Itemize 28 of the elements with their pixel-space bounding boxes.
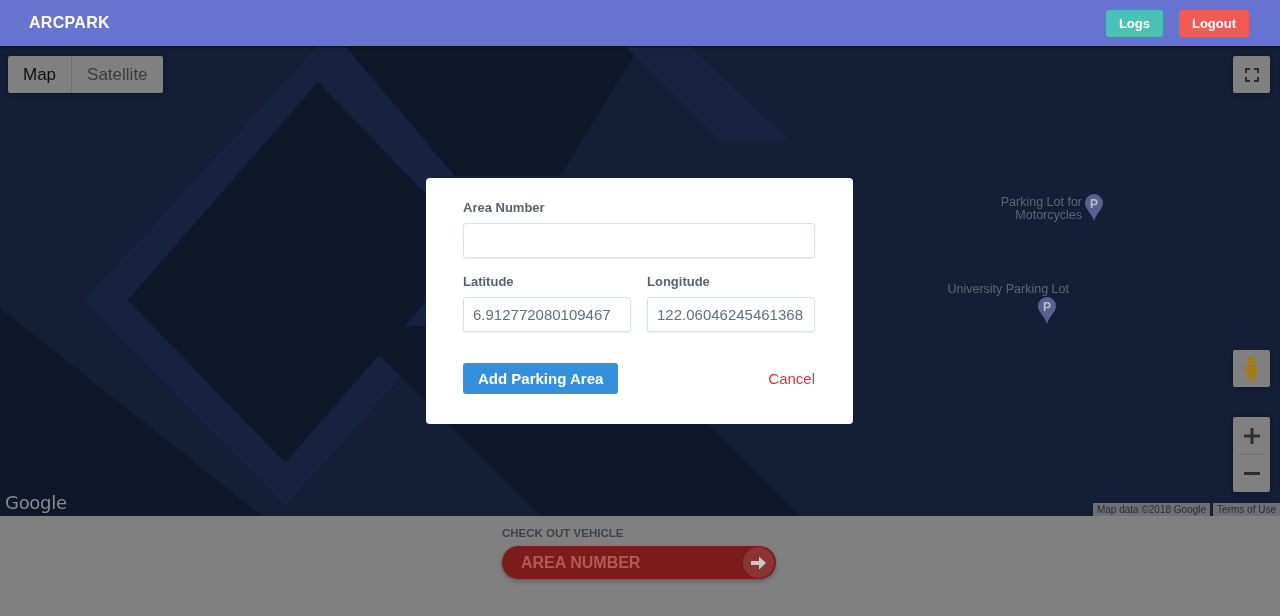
map-type-tab[interactable]: Satellite	[71, 56, 163, 93]
brand-title: ARCPARK	[29, 14, 110, 32]
logout-button[interactable]: Logout	[1178, 9, 1249, 37]
submit-button[interactable]: Add Parking Area	[463, 363, 619, 394]
input-field[interactable]: 122.06046245461368	[647, 297, 815, 332]
place-label[interactable]: University Parking Lot	[947, 282, 1069, 295]
parking-marker-icon[interactable]: P	[1038, 297, 1056, 324]
parking-marker-icon[interactable]: P	[1085, 194, 1103, 221]
arrow-right-icon	[751, 555, 766, 570]
plus-icon	[1243, 427, 1260, 444]
input-field[interactable]	[463, 223, 815, 258]
area-number-field[interactable]: AREA NUMBER	[502, 546, 776, 579]
person-figure-icon	[1245, 355, 1258, 382]
field-label: Latitude	[463, 274, 514, 290]
fullscreen-icon	[1244, 67, 1259, 82]
input-field[interactable]: 6.912772080109467	[463, 297, 631, 332]
field-label: Area Number	[463, 200, 545, 216]
fullscreen-button[interactable]	[1233, 56, 1270, 93]
terms-link[interactable]: Terms of Use	[1213, 503, 1280, 516]
map-attribution: Map data ©2018 Google	[1092, 503, 1211, 516]
checkout-title: CHECK OUT VEHICLE	[502, 526, 624, 540]
map-logo: Google	[5, 492, 67, 513]
minus-icon	[1243, 472, 1260, 475]
place-label[interactable]: Parking Lot for Motorcycles	[986, 196, 1082, 221]
logs-button[interactable]: Logs	[1105, 9, 1163, 37]
cancel-button[interactable]: Cancel	[768, 370, 815, 387]
field-label: Longitude	[647, 274, 710, 290]
map-type-tab[interactable]: Map	[8, 56, 72, 93]
